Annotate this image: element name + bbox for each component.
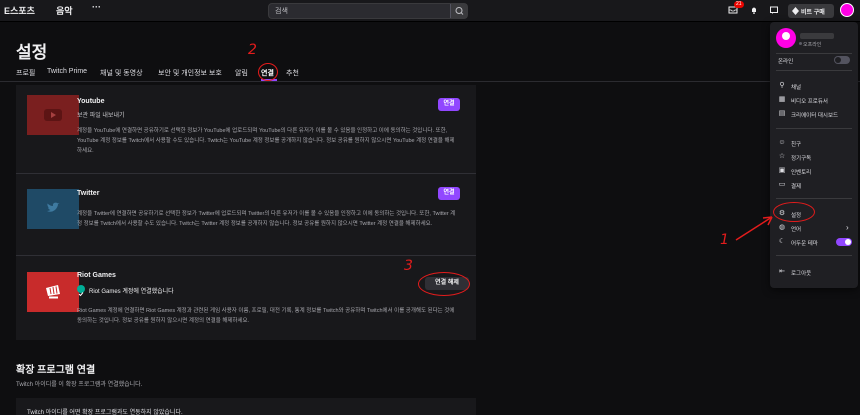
extensions-empty-text: Twitch 아이디를 어떤 확장 프로그램과도 연동하지 않았습니다.: [27, 410, 183, 415]
menu-divider: [776, 53, 852, 54]
annotation-circle-tab: [258, 63, 278, 81]
youtube-logo: [27, 95, 79, 135]
star-icon: ☆: [778, 153, 786, 160]
inventory-icon: ▣: [778, 167, 786, 174]
riot-games-logo: [27, 272, 79, 312]
connected-check-icon: [77, 285, 85, 297]
bell-icon[interactable]: [749, 5, 759, 15]
connection-divider: [16, 173, 476, 174]
online-label: 온라인: [778, 59, 794, 65]
annotation-circle-settings: [773, 202, 815, 222]
twitter-bird-icon: [47, 202, 60, 212]
whispers-icon[interactable]: [769, 5, 779, 15]
youtube-title: Youtube: [77, 98, 105, 105]
tab-twitch-prime[interactable]: Twitch Prime: [47, 68, 87, 75]
video-producer-icon: ▦: [778, 96, 786, 103]
buy-bits-button[interactable]: 비트 구매: [788, 4, 834, 18]
dashboard-icon: ▤: [778, 110, 786, 117]
youtube-connect-button[interactable]: 연결: [438, 98, 460, 111]
menu-divider: [776, 255, 852, 256]
logout-icon: ⇤: [779, 268, 785, 275]
extensions-section-title: 확장 프로그램 연결: [16, 365, 96, 376]
menu-item-payments[interactable]: ▭ 결제: [778, 180, 854, 190]
tab-notifications[interactable]: 알림: [235, 68, 248, 78]
twitter-connect-button[interactable]: 연결: [438, 187, 460, 200]
annotation-number: 3: [404, 258, 413, 274]
tabs-divider: [0, 81, 860, 82]
riot-games-title: Riot Games: [77, 272, 116, 279]
twitter-description: 계정을 Twitter에 연결하면 공유하기로 선택한 정보가 Twitter에…: [77, 211, 456, 227]
search-box: [268, 3, 468, 19]
twitter-logo: [27, 189, 79, 229]
riot-games-description: Riot Games 계정에 연결하면 Riot Games 계정과 관련된 게…: [77, 308, 455, 324]
tab-recommendations[interactable]: 추천: [286, 68, 299, 78]
menu-item-friends[interactable]: ☺ 친구: [778, 138, 854, 148]
user-status: 오프라인: [803, 42, 822, 48]
annotation-number: 1: [720, 232, 729, 248]
dark-theme-toggle-switch[interactable]: [836, 238, 852, 246]
menu-divider: [776, 198, 852, 199]
connection-divider: [16, 255, 476, 256]
annotation-arrow-icon: [735, 216, 773, 241]
menu-item-language[interactable]: ◍ 언어 ›: [778, 223, 854, 233]
annotation-number: 2: [248, 42, 257, 58]
globe-icon: ◍: [778, 224, 786, 231]
menu-item-inventory[interactable]: ▣ 인벤토리: [778, 166, 854, 176]
youtube-export-link[interactable]: 보관 파일 내보내기: [77, 110, 125, 119]
menu-item-creator-dashboard[interactable]: ▤ 크리에이터 대시보드: [778, 109, 854, 119]
search-icon: [455, 7, 464, 15]
menu-online-toggle[interactable]: 온라인: [778, 55, 854, 65]
tab-channel-video[interactable]: 채널 및 동영상: [100, 68, 143, 78]
channel-icon: ⚲: [779, 82, 785, 89]
user-dropdown-menu: 오프라인 온라인 ⚲ 채널 ▦ 비디오 프로듀서 ▤ 크리에이터 대시보드 ☺ 친구 ☆…: [770, 22, 858, 288]
search-button[interactable]: [450, 4, 467, 18]
annotation-circle-disconnect: [418, 272, 470, 296]
top-nav-bar: E스포츠 음악 ··· 21 비트 구매: [0, 0, 860, 22]
buy-bits-label: 비트 구매: [801, 10, 825, 16]
menu-divider: [776, 128, 852, 129]
menu-item-video-producer[interactable]: ▦ 비디오 프로듀서: [778, 95, 854, 105]
menu-item-logout[interactable]: ⇤ 로그아웃: [778, 267, 854, 277]
user-avatar-button[interactable]: [840, 3, 854, 17]
bits-icon: [792, 7, 799, 15]
online-toggle-switch[interactable]: [834, 56, 850, 64]
wallet-icon: ▭: [778, 181, 786, 188]
riot-fist-icon: [46, 285, 60, 299]
more-icon[interactable]: ···: [92, 2, 101, 12]
menu-avatar: [776, 28, 796, 48]
menu-divider: [776, 70, 852, 71]
nav-esports[interactable]: E스포츠: [4, 4, 35, 17]
youtube-description: 계정을 YouTube에 연결하면 공유하기로 선택한 정보가 YouTube에…: [77, 128, 455, 154]
tab-security[interactable]: 보안 및 개인정보 보호: [158, 68, 222, 78]
youtube-play-icon: [44, 109, 62, 121]
nav-music[interactable]: 음악: [56, 4, 73, 17]
menu-item-dark-theme[interactable]: ☾ 어두운 테마: [778, 237, 854, 247]
username-redacted: [800, 33, 834, 39]
friends-icon: ☺: [778, 139, 786, 146]
riot-games-status: Riot Games 계정에 연결했습니다: [89, 289, 174, 295]
menu-item-subscriptions[interactable]: ☆ 정기구독: [778, 152, 854, 162]
status-dot-icon: [799, 42, 802, 45]
twitter-title: Twitter: [77, 190, 100, 197]
chevron-right-icon: ›: [846, 223, 849, 232]
extensions-section-subtitle: Twitch 아이디를 이 확장 프로그램과 연결했습니다.: [16, 382, 143, 388]
notification-badge: 21: [734, 1, 744, 8]
menu-item-channel[interactable]: ⚲ 채널: [778, 81, 854, 91]
extensions-card: Twitch 아이디를 어떤 확장 프로그램과도 연동하지 않았습니다.: [16, 398, 476, 415]
moon-icon: ☾: [778, 238, 786, 245]
page-title: 설정: [16, 43, 48, 62]
search-input[interactable]: [269, 4, 451, 18]
tab-profile[interactable]: 프로필: [16, 68, 35, 78]
